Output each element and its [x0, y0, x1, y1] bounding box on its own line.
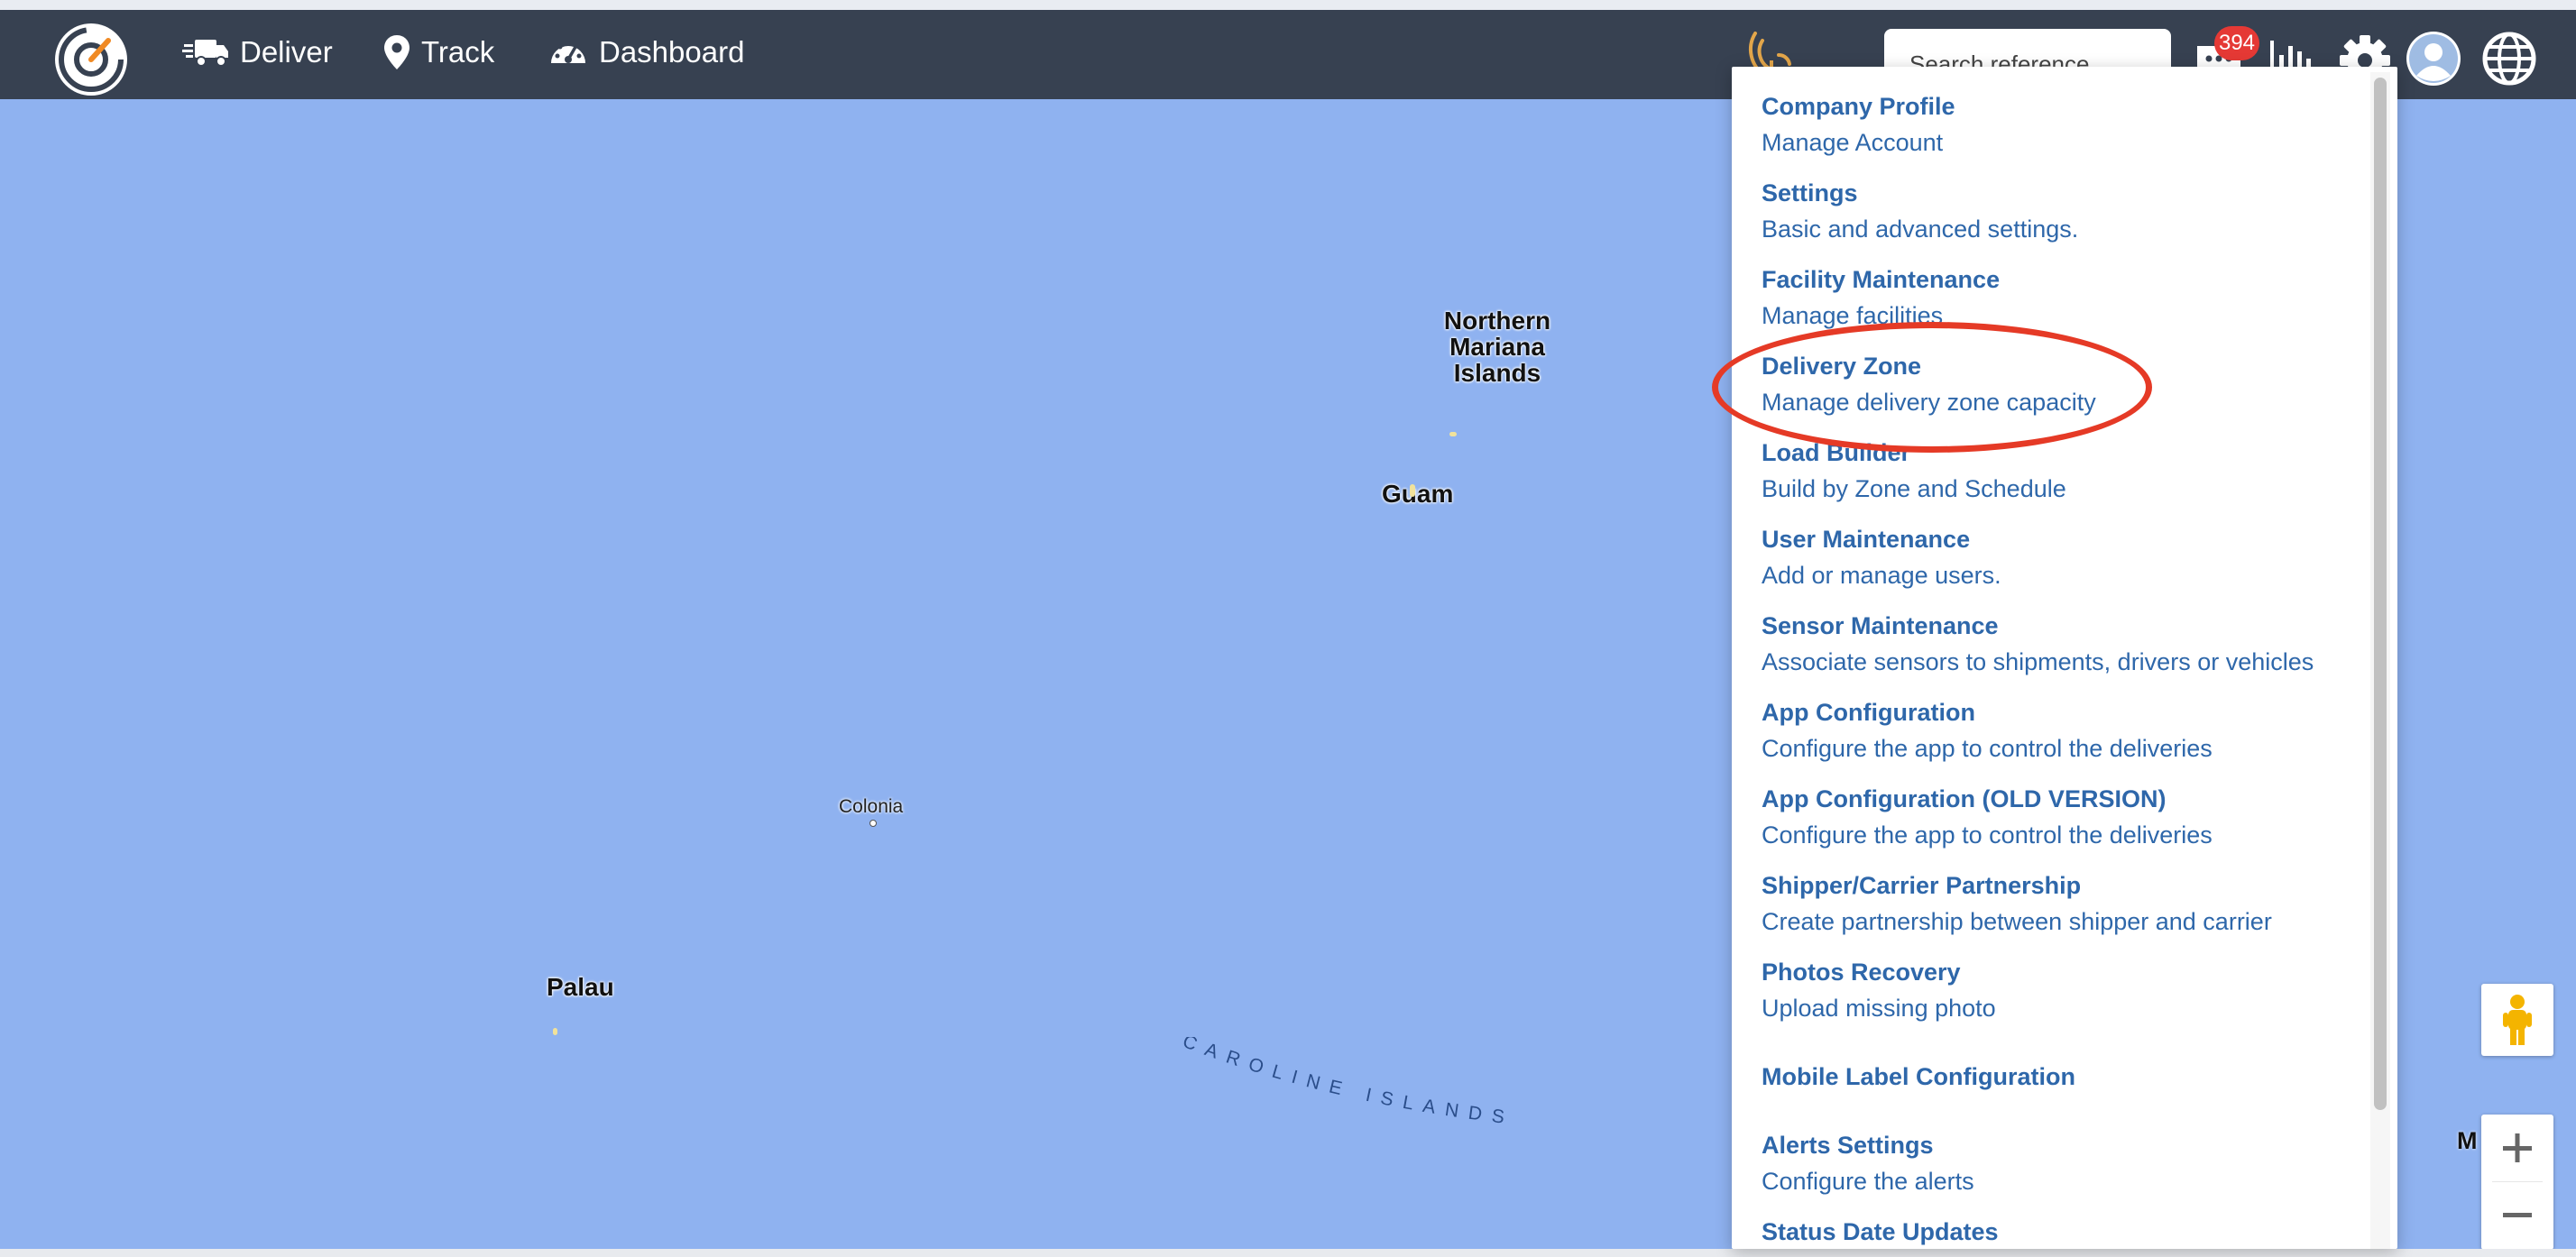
nav-dashboard[interactable]: Dashboard — [548, 30, 744, 75]
map-label-line: Mariana — [1449, 333, 1545, 361]
nav-deliver-label: Deliver — [240, 35, 333, 69]
island-marker — [1410, 484, 1415, 497]
menu-item-desc: Manage facilities — [1762, 302, 1944, 329]
nav-deliver[interactable]: Deliver — [182, 30, 333, 75]
menu-item-desc: Upload missing photo — [1762, 995, 1996, 1022]
menu-item-title: Delivery Zone — [1762, 353, 1922, 380]
pegman-icon — [2503, 995, 2532, 1045]
zoom-in-button[interactable] — [2481, 1115, 2553, 1181]
menu-item-status-date-updates[interactable]: Status Date Updates — [1762, 1214, 2348, 1249]
map-label-guam: Guam — [1382, 480, 1454, 508]
menu-item-desc: Add or manage users. — [1762, 562, 2001, 589]
zoom-out-button[interactable] — [2481, 1183, 2553, 1249]
user-avatar-icon[interactable] — [2406, 31, 2461, 91]
zoom-divider — [2492, 1181, 2543, 1182]
menu-item-desc: Create partnership between shipper and c… — [1762, 908, 2272, 935]
menu-item-title: Company Profile — [1762, 93, 1955, 120]
map-label-line: Northern — [1443, 307, 1551, 335]
map-pin-icon — [384, 35, 409, 69]
menu-item-shipper-carrier-partnership[interactable]: Shipper/Carrier Partnership Create partn… — [1762, 867, 2348, 954]
menu-item-desc: Configure the app to control the deliver… — [1762, 735, 2213, 762]
menu-item-desc: Basic and advanced settings. — [1762, 216, 2079, 243]
menu-item-title: Mobile Label Configuration — [1762, 1063, 2075, 1090]
menu-item-user-maintenance[interactable]: User Maintenance Add or manage users. — [1762, 521, 2348, 608]
settings-dropdown-menu: Company Profile Manage Account Settings … — [1732, 67, 2397, 1249]
minus-icon — [2503, 1213, 2532, 1217]
menu-item-desc: Configure the app to control the deliver… — [1762, 821, 2213, 849]
menu-item-title: Sensor Maintenance — [1762, 612, 1999, 639]
menu-item-title: App Configuration (OLD VERSION) — [1762, 785, 2167, 812]
map-label-line: Islands — [1453, 359, 1541, 387]
settings-menu-list: Company Profile Manage Account Settings … — [1762, 88, 2348, 1249]
island-marker — [1449, 432, 1457, 436]
menu-item-delivery-zone[interactable]: Delivery Zone Manage delivery zone capac… — [1762, 348, 2348, 435]
street-view-pegman-button[interactable] — [2481, 984, 2553, 1056]
globe-icon[interactable] — [2482, 32, 2536, 90]
menu-scrollbar-thumb[interactable] — [2374, 78, 2387, 1110]
menu-item-photos-recovery[interactable]: Photos Recovery Upload missing photo — [1762, 954, 2348, 1041]
menu-item-alerts-settings[interactable]: Alerts Settings Configure the alerts — [1762, 1127, 2348, 1214]
caroline-text: CAROLINE ISLANDS — [1180, 1031, 1505, 1129]
menu-item-desc: Configure the alerts — [1762, 1168, 1974, 1195]
menu-item-title: Alerts Settings — [1762, 1132, 1934, 1159]
svg-text:CAROLINE ISLANDS: CAROLINE ISLANDS — [1180, 1037, 1515, 1129]
menu-item-desc: Manage delivery zone capacity — [1762, 389, 2096, 416]
truck-icon — [182, 40, 228, 67]
menu-item-facility-maintenance[interactable]: Facility Maintenance Manage facilities — [1762, 261, 2348, 348]
menu-item-desc: Manage Account — [1762, 129, 1944, 156]
menu-item-settings[interactable]: Settings Basic and advanced settings. — [1762, 175, 2348, 261]
map-label-caroline-islands: CAROLINE ISLANDS — [1173, 1031, 1551, 1141]
menu-item-title: Status Date Updates — [1762, 1218, 1999, 1245]
bottom-strip — [0, 1249, 2576, 1257]
menu-item-app-configuration-old[interactable]: App Configuration (OLD VERSION) Configur… — [1762, 781, 2348, 867]
menu-item-app-configuration[interactable]: App Configuration Configure the app to c… — [1762, 694, 2348, 781]
menu-item-title: App Configuration — [1762, 699, 1975, 726]
map-label-northern-mariana: Northern Mariana Islands — [1430, 307, 1565, 386]
menu-item-title: Facility Maintenance — [1762, 266, 2001, 293]
menu-item-title: Photos Recovery — [1762, 959, 1961, 986]
nav-dashboard-label: Dashboard — [599, 35, 745, 69]
town-marker — [869, 820, 877, 827]
menu-item-title: User Maintenance — [1762, 526, 1971, 553]
menu-item-title: Settings — [1762, 179, 1858, 206]
menu-item-company-profile[interactable]: Company Profile Manage Account — [1762, 88, 2348, 175]
map-label-colonia: Colonia — [839, 796, 904, 817]
menu-item-mobile-label-configuration[interactable]: Mobile Label Configuration — [1762, 1041, 2348, 1127]
menu-item-load-builder[interactable]: Load Builder Build by Zone and Schedule — [1762, 435, 2348, 521]
map-label-palau: Palau — [547, 973, 614, 1001]
nav-track-label: Track — [421, 35, 495, 69]
app-logo-icon[interactable] — [52, 21, 130, 98]
notification-badge: 394 — [2214, 26, 2259, 60]
menu-item-title: Load Builder — [1762, 439, 1911, 466]
menu-item-desc: Build by Zone and Schedule — [1762, 475, 2066, 502]
browser-top-strip — [0, 0, 2576, 10]
nav-track[interactable]: Track — [383, 30, 494, 75]
menu-item-title: Shipper/Carrier Partnership — [1762, 872, 2082, 899]
menu-item-desc: Associate sensors to shipments, drivers … — [1762, 648, 2314, 675]
dashboard-gauge-icon — [551, 41, 585, 63]
island-marker — [553, 1028, 557, 1035]
plus-icon — [2503, 1133, 2532, 1162]
menu-item-sensor-maintenance[interactable]: Sensor Maintenance Associate sensors to … — [1762, 608, 2348, 694]
zoom-controls — [2481, 1115, 2553, 1249]
